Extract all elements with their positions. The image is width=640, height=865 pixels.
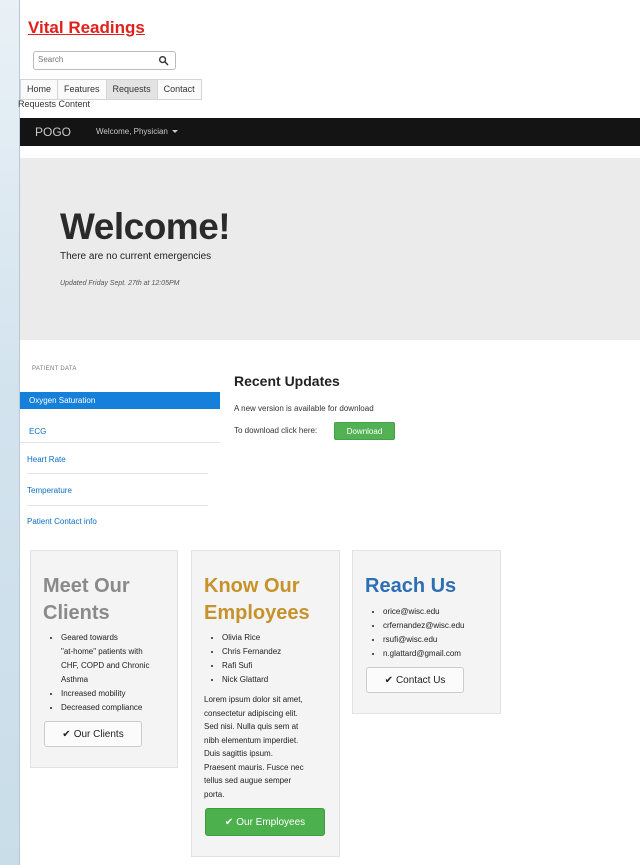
navbar-brand[interactable]: POGO (35, 125, 71, 139)
brand-link[interactable]: Vital Readings (28, 18, 145, 38)
sidebar-item-label: Oxygen Saturation (29, 396, 96, 405)
sidebar-header: PATIENT DATA (32, 366, 77, 372)
clients-card-title: Meet Our Clients (43, 573, 130, 627)
page: Vital Readings Home Features Requests Co… (18, 0, 640, 865)
clients-title-line-2: Clients (43, 602, 110, 624)
tab-home[interactable]: Home (20, 79, 59, 100)
our-employees-button-label: Our Employees (236, 816, 306, 828)
sidebar-item-heart-rate[interactable]: Heart Rate (27, 455, 66, 464)
tab-requests[interactable]: Requests (105, 79, 158, 100)
list-item: Geared towards"at-home" patients withCHF… (61, 631, 149, 687)
tab-contact[interactable]: Contact (156, 79, 202, 100)
sidebar-item-oxygen-saturation[interactable]: Oxygen Saturation (20, 392, 220, 409)
list-item: rsufi@wisc.edu (383, 633, 465, 647)
contact-card: Reach Us orice@wisc.edu crfernandez@wisc… (352, 550, 501, 714)
sidebar-item-temperature[interactable]: Temperature (27, 486, 72, 495)
contact-us-button[interactable]: ✔ Contact Us (366, 667, 464, 693)
recent-updates-title: Recent Updates (234, 373, 340, 389)
sidebar-divider (20, 442, 220, 443)
tab-features[interactable]: Features (57, 79, 107, 100)
download-button[interactable]: Download (334, 422, 395, 440)
top-navbar: POGO Welcome, Physician (20, 118, 640, 146)
sidebar-divider (27, 505, 208, 506)
employees-list: Olivia Rice Chris Fernandez Rafi Sufi Ni… (206, 631, 281, 687)
list-item: Chris Fernandez (222, 645, 281, 659)
employees-title-line-2: Employees (204, 602, 310, 624)
user-dropdown[interactable]: Welcome, Physician (96, 127, 178, 136)
hero-title: Welcome! (60, 206, 231, 247)
contact-us-button-label: Contact Us (395, 674, 446, 686)
contact-card-title: Reach Us (365, 575, 457, 597)
caret-down-icon (171, 130, 178, 134)
clients-title-line-1: Meet Our (43, 575, 130, 597)
list-item: Increased mobility (61, 687, 149, 701)
employees-card: Know Our Employees Olivia Rice Chris Fer… (191, 550, 340, 857)
search-box[interactable] (33, 51, 176, 70)
tab-content-text: Requests Content (18, 99, 91, 109)
list-item: n.glattard@gmail.com (383, 647, 465, 661)
hero-subtitle: There are no current emergencies (60, 251, 212, 262)
user-dropdown-label: Welcome, Physician (96, 127, 168, 136)
checkmark-icon: ✔ (62, 728, 71, 740)
search-input[interactable] (38, 55, 156, 64)
our-clients-button[interactable]: ✔ Our Clients (44, 721, 142, 747)
our-employees-button[interactable]: ✔ Our Employees (205, 808, 325, 836)
contact-email-list: orice@wisc.edu crfernandez@wisc.edu rsuf… (367, 605, 465, 661)
list-item: Olivia Rice (222, 631, 281, 645)
employees-description: Lorem ipsum dolor sit amet, consectetur … (204, 695, 304, 799)
download-prompt: To download click here: (234, 426, 318, 435)
list-item: Decreased compliance (61, 701, 149, 715)
search-icon[interactable] (158, 55, 169, 66)
list-item: Nick Glattard (222, 673, 281, 687)
list-item: Rafi Sufi (222, 659, 281, 673)
checkmark-icon: ✔ (224, 816, 234, 828)
employees-card-title: Know Our Employees (204, 573, 310, 627)
clients-card: Meet Our Clients Geared towards"at-home"… (30, 550, 178, 768)
our-clients-button-label: Our Clients (73, 728, 124, 740)
sidebar-item-patient-contact-info[interactable]: Patient Contact info (27, 517, 97, 526)
checkmark-icon: ✔ (384, 674, 393, 686)
hero-section: Welcome! There are no current emergencie… (20, 158, 640, 340)
clients-feature-list: Geared towards"at-home" patients withCHF… (45, 631, 149, 715)
tab-bar: Home Features Requests Contact (20, 79, 202, 100)
list-item: orice@wisc.edu (383, 605, 465, 619)
left-background-strip (0, 0, 20, 865)
hero-updated-text: Updated Friday Sept. 27th at 12:05PM (60, 280, 180, 287)
employees-title-line-1: Know Our (204, 575, 300, 597)
sidebar-divider (27, 473, 208, 474)
list-item: crfernandez@wisc.edu (383, 619, 465, 633)
sidebar-item-ecg[interactable]: ECG (29, 427, 46, 436)
update-message: A new version is available for download (234, 404, 374, 413)
